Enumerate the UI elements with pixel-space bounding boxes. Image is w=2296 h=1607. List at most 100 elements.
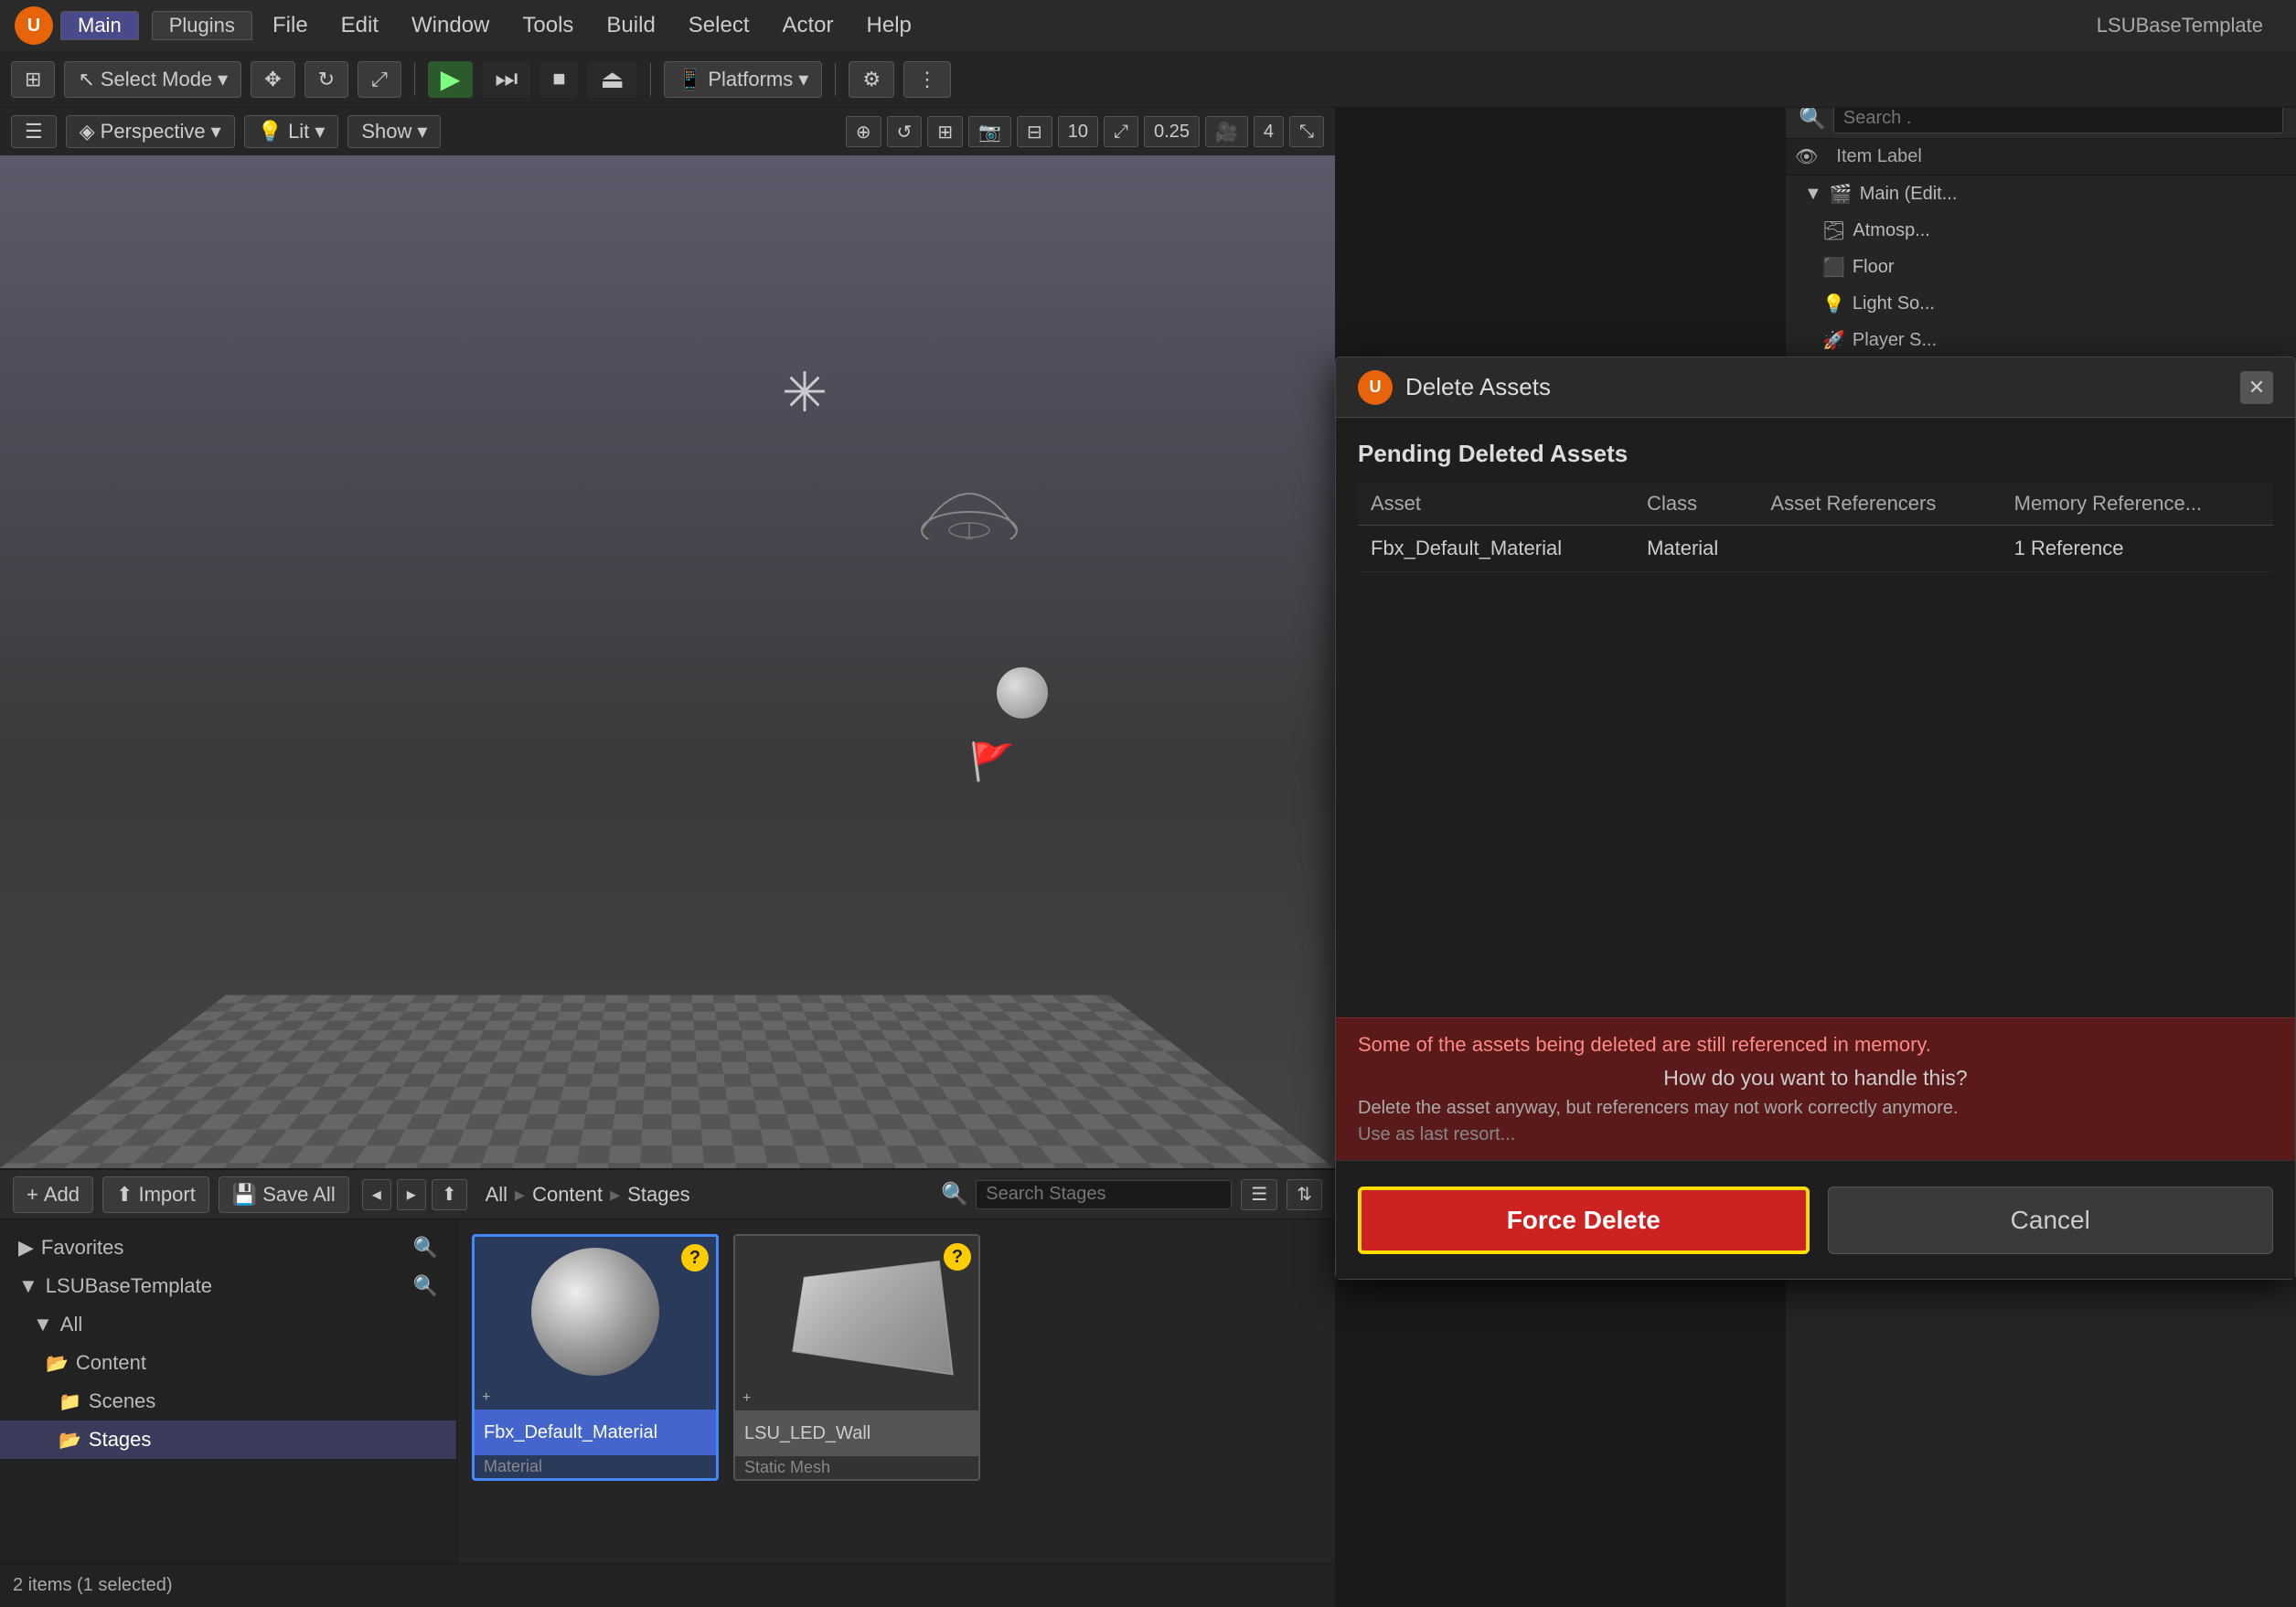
menu-build[interactable]: Build bbox=[590, 7, 671, 44]
path-all[interactable]: All bbox=[486, 1183, 507, 1207]
move-tool-btn[interactable]: ✥ bbox=[251, 61, 294, 98]
menu-edit[interactable]: Edit bbox=[325, 7, 395, 44]
asset-lsu-led-wall[interactable]: ? + LSU_LED_Wall Static Mesh bbox=[733, 1234, 980, 1481]
platforms-btn[interactable]: 📱 Platforms ▾ bbox=[664, 61, 822, 98]
grid-value[interactable]: 10 bbox=[1058, 116, 1098, 147]
cb-import-btn[interactable]: ⬆ Import bbox=[102, 1176, 209, 1213]
menu-tools[interactable]: Tools bbox=[506, 7, 590, 44]
cb-favorites[interactable]: ▶ Favorites 🔍 bbox=[0, 1229, 456, 1267]
menu-actor[interactable]: Actor bbox=[766, 7, 850, 44]
stop-btn[interactable]: ⏹ bbox=[539, 61, 578, 98]
chevron-down-icon5: ▾ bbox=[417, 120, 427, 144]
row-asset-ref bbox=[1757, 526, 2001, 572]
outliner-item-main[interactable]: ▼ 🎬 Main (Edit... bbox=[1786, 176, 2296, 212]
cb-add-btn[interactable]: + Add bbox=[13, 1176, 93, 1213]
rotate-tool-btn[interactable]: ↻ bbox=[304, 61, 348, 98]
cb-up-btn[interactable]: ⬆ bbox=[432, 1179, 467, 1210]
camera-gizmo[interactable]: 📷 bbox=[968, 116, 1011, 147]
cb-save-all-btn[interactable]: 💾 Save All bbox=[219, 1176, 349, 1213]
cb-sort-btn[interactable]: ⇅ bbox=[1287, 1179, 1322, 1210]
outliner-item-player[interactable]: 🚀 Player S... bbox=[1786, 322, 2296, 358]
outliner-item-floor[interactable]: ⬛ Floor bbox=[1786, 249, 2296, 285]
dialog-buttons: Force Delete Cancel bbox=[1336, 1160, 2295, 1279]
cancel-btn[interactable]: Cancel bbox=[1828, 1187, 2274, 1254]
eject-btn[interactable]: ⏏ bbox=[587, 61, 636, 98]
play-btn[interactable]: ▶ bbox=[428, 61, 474, 98]
lit-btn[interactable]: 💡 Lit ▾ bbox=[244, 115, 339, 148]
move-gizmo[interactable]: ⊕ bbox=[846, 116, 881, 147]
cb-history-back[interactable]: ◂ bbox=[362, 1179, 391, 1210]
outliner-item-atmos[interactable]: 🌫 Atmosp... bbox=[1786, 212, 2296, 249]
items-count: 2 items (1 selected) bbox=[13, 1575, 173, 1596]
cb-lsu-search-btn[interactable]: 🔍 bbox=[413, 1274, 438, 1298]
chevron-down-icon3: ▾ bbox=[211, 120, 221, 144]
cb-lsu-root[interactable]: ▼ LSUBaseTemplate 🔍 bbox=[0, 1267, 456, 1305]
snap-gizmo[interactable]: ⊞ bbox=[927, 116, 963, 147]
light-icon: 💡 bbox=[1822, 293, 1845, 315]
outliner-search-input[interactable] bbox=[1833, 104, 2283, 133]
dialog-close-btn[interactable]: ✕ bbox=[2240, 371, 2273, 404]
cb-bottom-bar: 2 items (1 selected) bbox=[0, 1563, 1335, 1607]
toolbar: ⊞ ↖ Select Mode ▾ ✥ ↻ ⤢ ▶ ⏭ ⏹ ⏏ 📱 Platfo… bbox=[0, 51, 2296, 108]
dialog-logo: U bbox=[1358, 370, 1393, 405]
sphere-preview bbox=[531, 1248, 659, 1376]
menu-file[interactable]: File bbox=[256, 7, 325, 44]
select-mode-btn[interactable]: ↖ Select Mode ▾ bbox=[64, 61, 241, 98]
sep2 bbox=[650, 63, 651, 96]
rotate-gizmo[interactable]: ↺ bbox=[887, 116, 923, 147]
grid-icon: ⊞ bbox=[25, 68, 41, 91]
cb-search-input[interactable] bbox=[976, 1180, 1232, 1209]
asset-fbx-default-material[interactable]: ? + Fbx_Default_Material Material bbox=[472, 1234, 719, 1481]
sun-object: ✳ bbox=[768, 357, 841, 430]
path-content[interactable]: Content bbox=[532, 1183, 603, 1207]
cb-scenes[interactable]: 📁 Scenes bbox=[0, 1382, 456, 1421]
folder-icon2: 📁 bbox=[59, 1390, 81, 1413]
path-sep1: ▸ bbox=[515, 1183, 525, 1207]
path-stages[interactable]: Stages bbox=[627, 1183, 690, 1207]
left-mode-btn[interactable]: ⊞ bbox=[11, 61, 55, 98]
grid-toggle[interactable]: ⊟ bbox=[1017, 116, 1052, 147]
perspective-btn[interactable]: ◈ Perspective ▾ bbox=[66, 115, 235, 148]
menu-select[interactable]: Select bbox=[672, 7, 766, 44]
menu-help[interactable]: Help bbox=[850, 7, 928, 44]
show-btn[interactable]: Show ▾ bbox=[347, 115, 441, 148]
dome-object bbox=[914, 466, 1024, 539]
scale-icon-vp: ⤢ bbox=[1104, 116, 1138, 147]
scene-icon: 🎬 bbox=[1830, 183, 1853, 206]
move-icon: ✥ bbox=[264, 68, 281, 91]
cb-history-fwd[interactable]: ▸ bbox=[397, 1179, 426, 1210]
cb-content[interactable]: 📂 Content bbox=[0, 1344, 456, 1382]
maximize-btn[interactable]: ⤡ bbox=[1289, 116, 1324, 147]
cb-filter-btn[interactable]: ☰ bbox=[1241, 1179, 1277, 1210]
sphere-object bbox=[997, 667, 1048, 718]
warning-text: Some of the assets being deleted are sti… bbox=[1358, 1033, 2273, 1057]
outliner-item-light[interactable]: 💡 Light So... bbox=[1786, 285, 2296, 322]
cb-stages[interactable]: 📂 Stages bbox=[0, 1421, 456, 1459]
dialog-table: Asset Class Asset Referencers Memory Ref… bbox=[1358, 483, 2273, 572]
tab-plugins[interactable]: Plugins bbox=[152, 11, 252, 40]
search-icon2: 🔍 bbox=[941, 1181, 968, 1208]
dialog-titlebar: U Delete Assets ✕ bbox=[1336, 357, 2295, 418]
scale-tool-btn[interactable]: ⤢ bbox=[358, 61, 401, 98]
menu-window[interactable]: Window bbox=[395, 7, 506, 44]
cb-all[interactable]: ▼ All bbox=[0, 1305, 456, 1344]
more-btn[interactable]: ⋮ bbox=[903, 61, 951, 98]
sep1 bbox=[414, 63, 415, 96]
folder-open-icon: 📂 bbox=[46, 1352, 69, 1375]
chevron-down-icon2: ▾ bbox=[798, 68, 808, 91]
col-mem-ref: Memory Reference... bbox=[2002, 483, 2273, 526]
plus-icon: + bbox=[27, 1183, 38, 1207]
actor-icon2: ⬛ bbox=[1822, 256, 1845, 279]
scale-value[interactable]: 0.25 bbox=[1144, 116, 1200, 147]
delete-dialog: U Delete Assets ✕ Pending Deleted Assets… bbox=[1335, 357, 2296, 1280]
player-start: 🚩 bbox=[969, 740, 1015, 783]
force-delete-btn[interactable]: Force Delete bbox=[1358, 1187, 1810, 1254]
settings-btn[interactable]: ⚙ bbox=[849, 61, 894, 98]
skip-btn[interactable]: ⏭ bbox=[482, 61, 530, 98]
asset-thumbnail bbox=[475, 1237, 716, 1386]
app-logo: U bbox=[15, 6, 53, 45]
tab-main[interactable]: Main bbox=[60, 11, 139, 40]
cb-favorites-search-btn[interactable]: 🔍 bbox=[413, 1236, 438, 1260]
viewport[interactable]: ✳ 🚩 bbox=[0, 155, 1335, 1168]
hamburger-btn[interactable]: ☰ bbox=[11, 115, 57, 148]
